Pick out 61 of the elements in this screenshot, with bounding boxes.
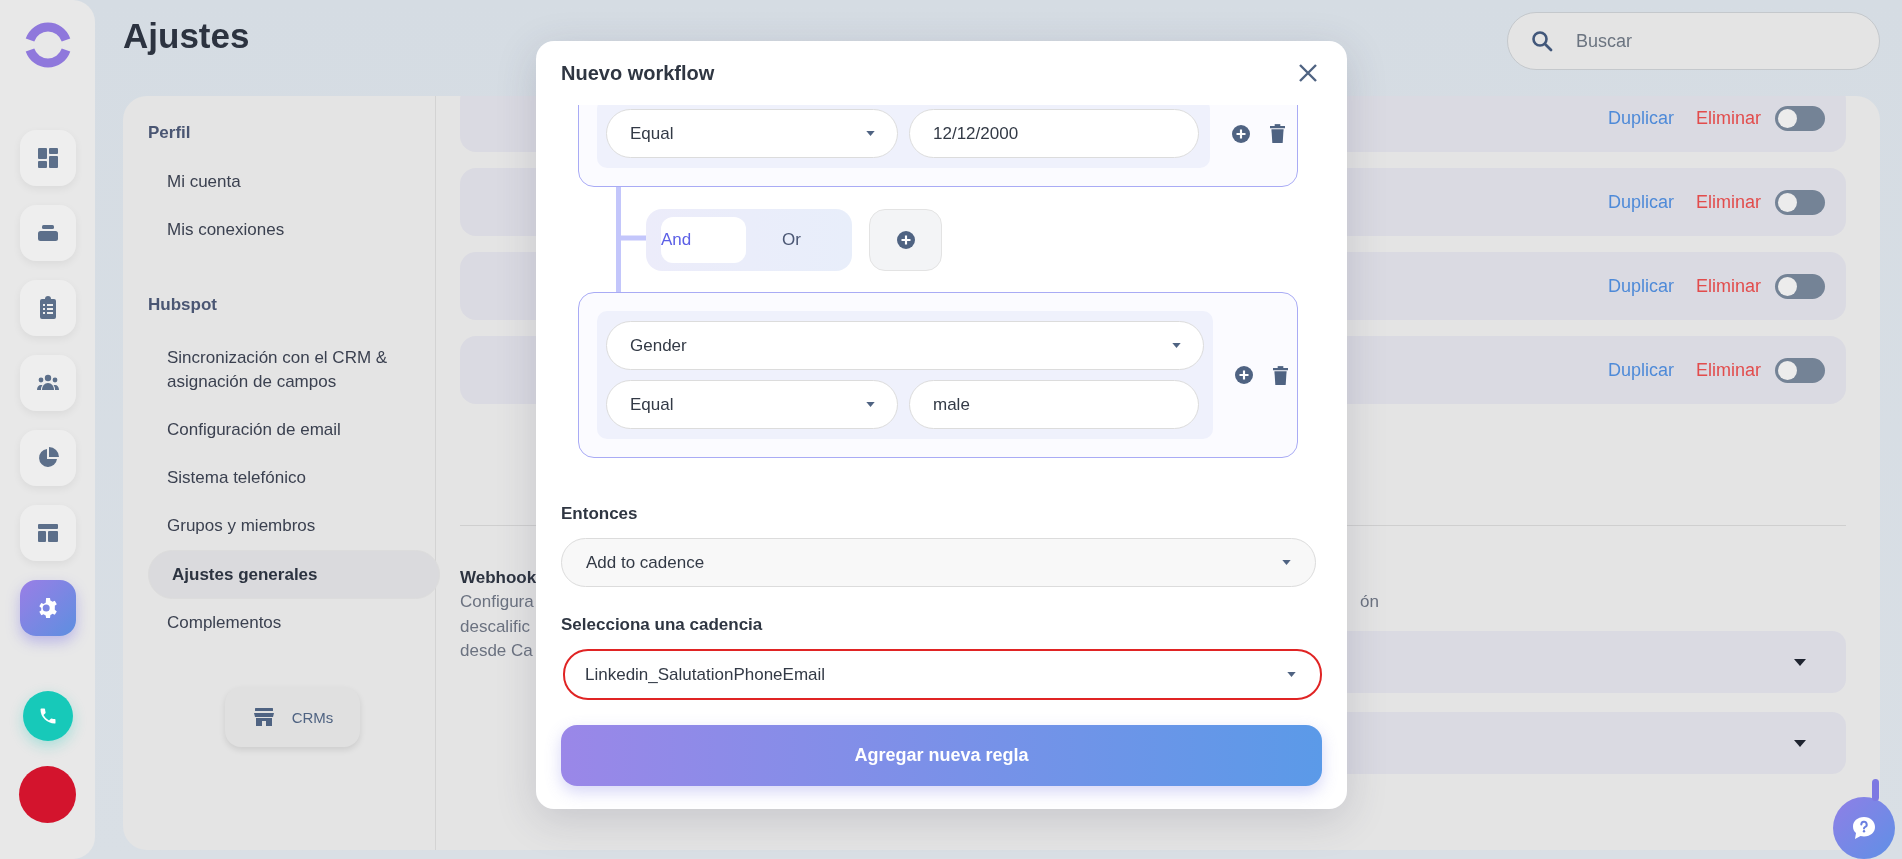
settings-nav-item[interactable]: Sistema telefónico [148, 454, 435, 502]
trash-icon[interactable] [1273, 365, 1288, 385]
chat-indicator [1872, 779, 1879, 801]
layout-icon [35, 521, 60, 545]
value-field[interactable]: 12/12/2000 [909, 109, 1199, 158]
description-text: Configura [460, 591, 534, 613]
toggle-switch[interactable] [1775, 357, 1825, 383]
plus-circle-icon[interactable] [1232, 124, 1250, 143]
caret-icon [1794, 739, 1806, 747]
trash-icon[interactable] [1270, 124, 1285, 143]
toggle-switch[interactable] [1775, 189, 1825, 215]
logic-option[interactable]: And [661, 216, 746, 263]
caret-icon [1287, 672, 1296, 677]
dialog-title: Nuevo workflow [561, 61, 715, 85]
field-select[interactable]: Gender [606, 321, 1204, 370]
chat-bubble-icon [1851, 815, 1877, 841]
settings-nav-item[interactable]: Mi cuenta [148, 158, 435, 206]
section-title: Webhook [460, 567, 537, 589]
field-label: Entonces [561, 503, 639, 525]
avatar[interactable] [19, 766, 76, 823]
operator-select[interactable]: Equal [606, 380, 898, 429]
operator-select[interactable]: Equal [606, 109, 898, 158]
section-title: Hubspot [148, 294, 218, 316]
toggle-switch[interactable] [1775, 105, 1825, 131]
search-field[interactable]: Buscar [1507, 12, 1880, 70]
caret-icon [1794, 658, 1806, 666]
description-text: ón [1360, 592, 1379, 611]
caret-icon [1282, 560, 1291, 565]
action-select[interactable]: Add to cadence [561, 538, 1316, 587]
plus-circle-icon [896, 230, 915, 249]
dashboard-icon [35, 146, 60, 170]
caret-icon [1172, 343, 1181, 348]
settings-nav-item[interactable]: Ajustes generales [148, 550, 440, 599]
settings-nav-item[interactable]: Sincronización con el CRM & asignación de campos [148, 334, 435, 406]
rail-button[interactable] [19, 355, 76, 411]
settings-nav-item[interactable]: Mis conexiones [148, 206, 435, 254]
description-text: desde Ca [460, 640, 533, 662]
rail-button[interactable] [19, 430, 76, 486]
description-text: descalific [460, 615, 530, 638]
rail-button[interactable] [19, 205, 76, 261]
logic-option[interactable]: Or [749, 216, 834, 263]
rail-button[interactable] [19, 580, 76, 636]
toggle-switch[interactable] [1775, 273, 1825, 299]
value-field[interactable]: male [909, 380, 1199, 429]
caret-icon [866, 131, 875, 136]
settings-nav-item[interactable]: Configuración de email [148, 406, 435, 454]
rail-button[interactable] [19, 130, 76, 186]
plus-circle-icon[interactable] [1235, 366, 1253, 384]
rail-button[interactable] [19, 280, 76, 336]
settings-nav-item[interactable]: Complementos [148, 599, 435, 647]
store-icon [251, 705, 276, 729]
crms-button[interactable]: CRMs [225, 687, 360, 747]
page-title: Ajustes [123, 16, 250, 56]
caret-icon [866, 402, 875, 407]
settings-nav-item[interactable]: Grupos y miembros [148, 502, 435, 550]
rail-button[interactable] [19, 505, 76, 561]
add-condition-button[interactable] [869, 208, 942, 271]
field-label: Selecciona una cadencia [561, 614, 764, 636]
section-title: Perfil [148, 122, 192, 144]
close-icon [1298, 63, 1318, 83]
cadence-select[interactable]: Linkedin_SalutationPhoneEmail [563, 649, 1322, 700]
